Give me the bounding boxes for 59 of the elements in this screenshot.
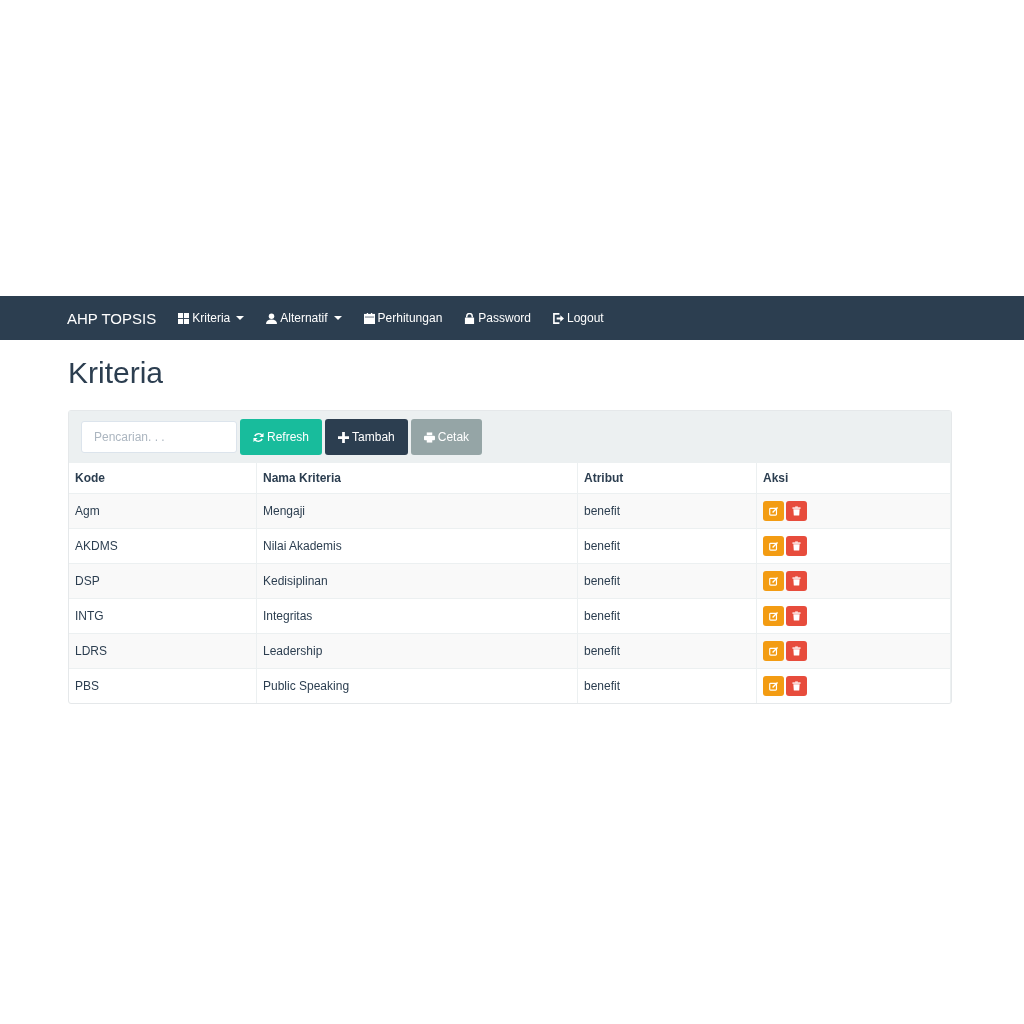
- user-icon: [266, 312, 278, 324]
- table-cell: benefit: [577, 563, 757, 599]
- nav-link[interactable]: Logout: [553, 311, 604, 325]
- table-cell: Public Speaking: [256, 668, 578, 703]
- column-header: Aksi: [756, 463, 951, 494]
- edit-icon: [769, 541, 778, 551]
- logout-icon: [553, 312, 564, 324]
- grid-icon: [178, 312, 190, 324]
- brand-link[interactable]: AHP TOPSIS: [67, 309, 157, 327]
- edit-icon: [769, 646, 778, 656]
- column-header: Kode: [69, 463, 257, 494]
- trash-icon: [792, 506, 801, 516]
- refresh-icon: [253, 431, 264, 443]
- edit-button[interactable]: [763, 571, 784, 591]
- table-cell: Kedisiplinan: [256, 563, 578, 599]
- lock-icon: [464, 312, 476, 324]
- table-cell: benefit: [577, 668, 757, 703]
- nav-link[interactable]: Perhitungan: [363, 311, 443, 325]
- edit-button[interactable]: [763, 536, 784, 556]
- delete-button[interactable]: [786, 641, 807, 661]
- edit-icon: [769, 611, 778, 621]
- page-title: Kriteria: [68, 356, 165, 390]
- calendar-icon: [363, 312, 375, 324]
- table-cell: Leadership: [256, 633, 578, 669]
- edit-button[interactable]: [763, 501, 784, 521]
- nav-link[interactable]: Kriteria: [178, 311, 245, 325]
- delete-button[interactable]: [786, 536, 807, 556]
- edit-button[interactable]: [763, 676, 784, 696]
- add-button[interactable]: Tambah: [325, 419, 408, 455]
- column-header: Atribut: [577, 463, 757, 494]
- table-cell: Agm: [69, 493, 257, 529]
- table-cell: Mengaji: [256, 493, 578, 529]
- plus-icon: [338, 431, 350, 443]
- table-cell: benefit: [577, 493, 757, 529]
- table-cell: benefit: [577, 633, 757, 669]
- caret-icon: [236, 316, 245, 320]
- search-field[interactable]: Pencarian. . .: [81, 421, 237, 453]
- edit-button[interactable]: [763, 641, 784, 661]
- trash-icon: [792, 541, 801, 551]
- trash-icon: [792, 646, 801, 656]
- edit-icon: [769, 576, 778, 586]
- trash-icon: [792, 611, 801, 621]
- table-cell: LDRS: [69, 633, 257, 669]
- trash-icon: [792, 576, 801, 586]
- delete-button[interactable]: [786, 676, 807, 696]
- nav-link[interactable]: Password: [464, 311, 531, 325]
- nav-link[interactable]: Alternatif: [266, 311, 342, 325]
- delete-button[interactable]: [786, 501, 807, 521]
- table-cell: DSP: [69, 563, 257, 599]
- column-header: Nama Kriteria: [256, 463, 578, 494]
- edit-button[interactable]: [763, 606, 784, 626]
- delete-button[interactable]: [786, 606, 807, 626]
- delete-button[interactable]: [786, 571, 807, 591]
- table-cell: PBS: [69, 668, 257, 703]
- caret-icon: [333, 316, 342, 320]
- trash-icon: [792, 681, 801, 691]
- edit-icon: [769, 681, 778, 691]
- edit-icon: [769, 506, 778, 516]
- print-icon: [423, 431, 435, 443]
